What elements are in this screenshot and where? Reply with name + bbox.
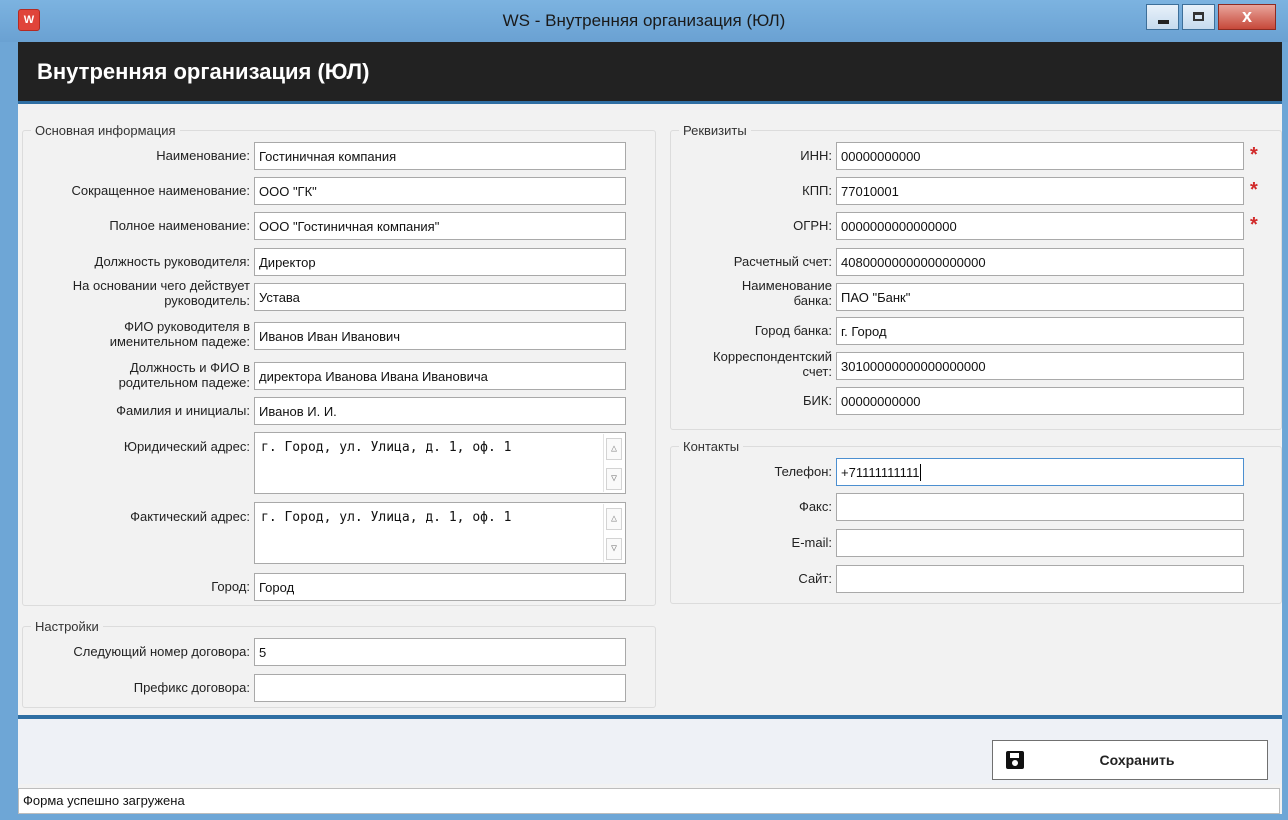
actual-address-scrollbar[interactable]: △ ▽ — [603, 504, 624, 562]
group-title-requisites: Реквизиты — [679, 123, 751, 139]
account-label: Расчетный счет: — [733, 254, 832, 269]
kpp-field[interactable]: 77010001 — [836, 177, 1244, 205]
director-genitive-field[interactable]: директора Иванова Ивана Ивановича — [254, 362, 626, 390]
group-title-main-info: Основная информация — [31, 123, 180, 139]
name-field[interactable]: Гостиничная компания — [254, 142, 626, 170]
full-name-label: Полное наименование: — [109, 218, 250, 233]
account-field[interactable]: 40800000000000000000 — [836, 248, 1244, 276]
director-nominative-field[interactable]: Иванов Иван Иванович — [254, 322, 626, 350]
bank-city-label: Город банка: — [754, 323, 832, 338]
phone-value: +71111111111 — [841, 464, 920, 480]
name-label: Наименование: — [156, 148, 250, 163]
surname-initials-field[interactable]: Иванов И. И. — [254, 397, 626, 425]
contract-prefix-label: Префикс договора: — [133, 680, 250, 695]
legal-address-scrollbar[interactable]: △ ▽ — [603, 434, 624, 492]
contract-prefix-field[interactable] — [254, 674, 626, 702]
window-title: WS - Внутренняя организация (ЮЛ) — [502, 11, 786, 30]
basis-field[interactable]: Устава — [254, 283, 626, 311]
status-text: Форма успешно загружена — [23, 793, 185, 808]
basis-label-line2: руководитель: — [164, 293, 250, 308]
scroll-down-icon[interactable]: ▽ — [606, 468, 622, 490]
next-contract-number-field[interactable]: 5 — [254, 638, 626, 666]
bank-name-label-line2: банка: — [793, 293, 832, 308]
bik-field[interactable]: 00000000000 — [836, 387, 1244, 415]
ogrn-label: ОГРН: — [793, 218, 832, 233]
required-mark: * — [1250, 179, 1258, 201]
fax-field[interactable] — [836, 493, 1244, 521]
bank-name-label-line1: Наименование — [741, 278, 832, 293]
next-contract-number-label: Следующий номер договора: — [73, 644, 250, 659]
kpp-label: КПП: — [802, 183, 832, 198]
full-name-field[interactable]: ООО "Гостиничная компания" — [254, 212, 626, 240]
director-genitive-label-line1: Должность и ФИО в — [129, 360, 250, 375]
legal-address-label: Юридический адрес: — [123, 439, 250, 454]
city-field[interactable]: Город — [254, 573, 626, 601]
maximize-button[interactable] — [1182, 4, 1215, 30]
required-mark: * — [1250, 144, 1258, 166]
close-button[interactable]: x — [1218, 4, 1276, 30]
bank-city-field[interactable]: г. Город — [836, 317, 1244, 345]
page-title: Внутренняя организация (ЮЛ) — [37, 59, 370, 84]
short-name-label: Сокращенное наименование: — [71, 183, 251, 198]
surname-initials-label: Фамилия и инициалы: — [116, 403, 250, 418]
application-window: W WS - Внутренняя организация (ЮЛ) x Вну… — [0, 0, 1288, 820]
director-genitive-label-line2: родительном падеже: — [118, 375, 250, 390]
close-icon: x — [1241, 6, 1252, 26]
form-content: Внутренняя организация (ЮЛ) Основная инф… — [18, 42, 1282, 814]
corr-account-label-line2: счет: — [802, 364, 833, 379]
legal-address-text: г. Город, ул. Улица, д. 1, оф. 1 — [261, 440, 512, 455]
actual-address-label: Фактический адрес: — [130, 509, 250, 524]
scroll-up-icon[interactable]: △ — [606, 508, 622, 530]
inn-label: ИНН: — [800, 148, 832, 163]
legal-address-field[interactable]: г. Город, ул. Улица, д. 1, оф. 1 △ ▽ — [254, 432, 626, 494]
phone-field[interactable]: +71111111111 — [836, 458, 1244, 486]
group-title-contacts: Контакты — [679, 439, 744, 455]
title-bar[interactable]: W WS - Внутренняя организация (ЮЛ) x — [0, 0, 1288, 42]
bik-label: БИК: — [802, 393, 832, 408]
save-button[interactable]: Сохранить — [992, 740, 1268, 780]
actual-address-field[interactable]: г. Город, ул. Улица, д. 1, оф. 1 △ ▽ — [254, 502, 626, 564]
actual-address-text: г. Город, ул. Улица, д. 1, оф. 1 — [261, 510, 512, 525]
minimize-button[interactable] — [1146, 4, 1179, 30]
director-nominative-label-line2: именительном падеже: — [109, 334, 250, 349]
group-title-settings: Настройки — [31, 619, 103, 635]
form-header: Внутренняя организация (ЮЛ) — [18, 42, 1282, 104]
fax-label: Факс: — [798, 499, 832, 514]
corr-account-field[interactable]: 30100000000000000000 — [836, 352, 1244, 380]
inn-field[interactable]: 00000000000 — [836, 142, 1244, 170]
text-caret — [920, 463, 922, 481]
email-field[interactable] — [836, 529, 1244, 557]
bank-name-field[interactable]: ПАО "Банк" — [836, 283, 1244, 311]
basis-label-line1: На основании чего действует — [72, 278, 250, 293]
ogrn-field[interactable]: 0000000000000000 — [836, 212, 1244, 240]
scroll-up-icon[interactable]: △ — [606, 438, 622, 460]
director-position-label: Должность руководителя: — [94, 254, 250, 269]
required-mark: * — [1250, 214, 1258, 236]
corr-account-label-line1: Корреспондентский — [713, 349, 832, 364]
save-button-label: Сохранить — [1099, 752, 1175, 768]
phone-label: Телефон: — [774, 464, 832, 479]
site-field[interactable] — [836, 565, 1244, 593]
director-nominative-label-line1: ФИО руководителя в — [124, 319, 250, 334]
status-bar: Форма успешно загружена — [18, 788, 1280, 814]
site-label: Сайт: — [798, 571, 832, 586]
short-name-field[interactable]: ООО "ГК" — [254, 177, 626, 205]
scroll-down-icon[interactable]: ▽ — [606, 538, 622, 560]
email-label: E-mail: — [791, 535, 832, 550]
city-label: Город: — [211, 579, 250, 594]
director-position-field[interactable]: Директор — [254, 248, 626, 276]
